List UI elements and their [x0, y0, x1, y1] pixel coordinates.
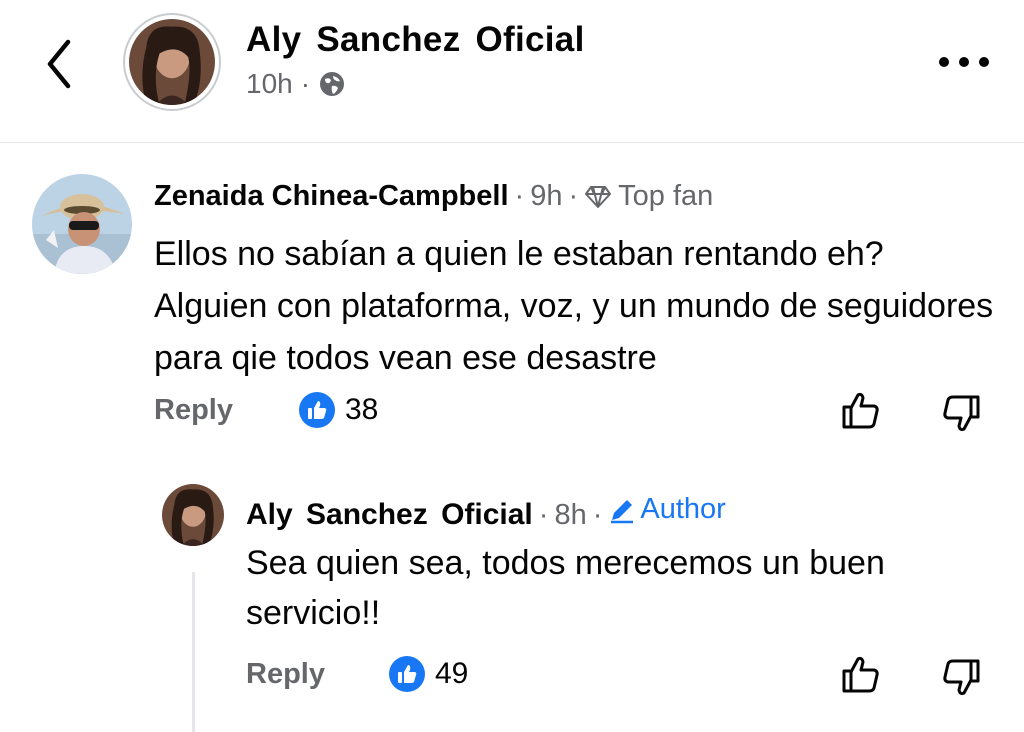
- pencil-icon: [611, 499, 634, 523]
- like-count[interactable]: 38: [345, 393, 378, 427]
- globe-icon: [320, 72, 345, 96]
- chevron-left-icon: [47, 39, 71, 89]
- meta-separator: ·: [514, 180, 525, 212]
- post-meta: 10h ·: [246, 68, 346, 100]
- meta-separator: ·: [568, 180, 579, 212]
- reply-time[interactable]: 8h: [554, 499, 586, 532]
- more-dots-icon: [939, 57, 989, 67]
- reply-text: Sea quien sea, todos merecemos un buen s…: [246, 544, 885, 632]
- reply-button[interactable]: Reply: [246, 658, 325, 691]
- post-time[interactable]: 10h: [246, 68, 293, 100]
- like-count[interactable]: 49: [435, 657, 468, 691]
- like-reaction-icon[interactable]: [298, 392, 335, 428]
- meta-separator: ·: [592, 498, 603, 531]
- thumbs-up-icon: [842, 392, 879, 429]
- author-badge: Author: [608, 493, 726, 526]
- page-avatar-image: [129, 19, 215, 105]
- diamond-icon: [585, 185, 612, 208]
- comment-author-name[interactable]: Zenaida Chinea-Campbell: [154, 180, 509, 213]
- top-fan-badge: Top fan: [618, 180, 714, 212]
- dislike-button[interactable]: [940, 656, 984, 700]
- reply-header: Aly Sanchez Oficial · 8h · Author: [246, 493, 726, 532]
- like-button[interactable]: [838, 388, 882, 432]
- meta-separator: ·: [300, 68, 311, 99]
- comment-actions: Reply 38: [154, 392, 378, 428]
- like-reaction-icon[interactable]: [388, 656, 425, 692]
- comment-text: Ellos no sabían a quien le estaban renta…: [154, 235, 994, 377]
- thumbs-up-icon: [842, 656, 879, 693]
- reply-author-avatar[interactable]: [162, 484, 224, 546]
- back-button[interactable]: [38, 36, 82, 92]
- author-badge-label: Author: [640, 493, 726, 525]
- thumbs-down-icon: [943, 395, 980, 432]
- commenter-avatar[interactable]: [32, 174, 132, 274]
- dislike-button[interactable]: [940, 392, 984, 436]
- thumbs-down-icon: [943, 659, 980, 696]
- thread-line: [192, 572, 195, 732]
- comment-header: Zenaida Chinea-Campbell · 9h · Top fan: [154, 180, 713, 213]
- page-name[interactable]: Aly Sanchez Oficial: [246, 20, 585, 60]
- reply-button[interactable]: Reply: [154, 394, 233, 427]
- comment-time[interactable]: 9h: [530, 180, 562, 213]
- like-button[interactable]: [838, 652, 882, 696]
- page-avatar[interactable]: [123, 13, 221, 111]
- meta-separator: ·: [538, 498, 549, 531]
- more-options-button[interactable]: [936, 50, 992, 74]
- reply-author-name[interactable]: Aly Sanchez Oficial: [246, 498, 533, 532]
- reply-actions: Reply 49: [246, 656, 468, 692]
- post-header: Aly Sanchez Oficial 10h ·: [0, 0, 1024, 143]
